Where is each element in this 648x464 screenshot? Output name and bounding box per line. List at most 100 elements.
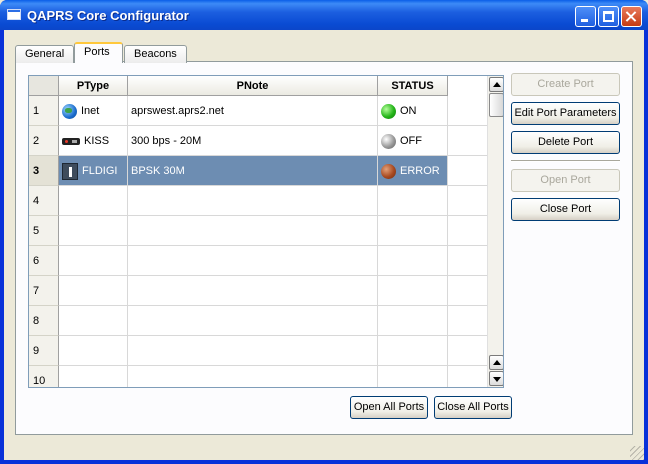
status-label: ERROR	[400, 165, 440, 177]
filler-cell	[448, 216, 487, 246]
column-header-pnote[interactable]: PNote	[128, 76, 378, 96]
tab-beacons[interactable]: Beacons	[124, 45, 187, 63]
filler-cell	[448, 246, 487, 276]
grid-corner-header[interactable]	[29, 76, 59, 96]
pnote-cell[interactable]	[128, 336, 378, 366]
ptype-cell[interactable]	[59, 186, 128, 216]
status-cell[interactable]	[378, 336, 448, 366]
delete-port-button[interactable]: Delete Port	[511, 131, 620, 154]
ptype-cell[interactable]	[59, 366, 128, 387]
row-number[interactable]: 7	[29, 276, 59, 306]
close-all-ports-button[interactable]: Close All Ports	[434, 396, 512, 419]
ptype-cell[interactable]	[59, 246, 128, 276]
status-led-on-icon	[381, 103, 396, 119]
ptype-cell[interactable]: FLDIGI	[59, 156, 128, 186]
ptype-label: KISS	[84, 135, 110, 147]
ptype-label: FLDIGI	[82, 165, 118, 177]
table-row[interactable]: 5	[29, 216, 487, 246]
resize-grip[interactable]	[630, 446, 644, 460]
title-bar[interactable]: QAPRS Core Configurator	[0, 0, 648, 30]
pnote-cell[interactable]	[128, 246, 378, 276]
filler-cell	[448, 336, 487, 366]
status-cell[interactable]: ON	[378, 96, 448, 126]
open-all-ports-button[interactable]: Open All Ports	[350, 396, 428, 419]
pnote-cell[interactable]: aprswest.aprs2.net	[128, 96, 378, 126]
ptype-cell[interactable]	[59, 216, 128, 246]
globe-icon	[62, 103, 77, 119]
app-icon	[7, 9, 21, 20]
filler-cell	[448, 276, 487, 306]
pnote-cell[interactable]	[128, 216, 378, 246]
row-number[interactable]: 2	[29, 126, 59, 156]
status-led-error-icon	[381, 163, 396, 179]
close-button[interactable]	[621, 6, 642, 27]
status-cell[interactable]: OFF	[378, 126, 448, 156]
table-row[interactable]: 2 KISS 300 bps - 20M OFF	[29, 126, 487, 156]
edit-port-parameters-button[interactable]: Edit Port Parameters	[511, 102, 620, 125]
filler-cell	[448, 96, 487, 126]
status-cell[interactable]	[378, 306, 448, 336]
table-row[interactable]: 4	[29, 186, 487, 216]
close-icon	[622, 7, 641, 26]
pnote-cell[interactable]	[128, 186, 378, 216]
status-label: ON	[400, 105, 417, 117]
row-number[interactable]: 6	[29, 246, 59, 276]
column-header-ptype[interactable]: PType	[59, 76, 128, 96]
status-cell[interactable]	[378, 216, 448, 246]
row-number[interactable]: 1	[29, 96, 59, 126]
close-port-button[interactable]: Close Port	[511, 198, 620, 221]
status-cell[interactable]	[378, 246, 448, 276]
ports-grid: PType PNote STATUS 1 Inet aprswest.aprs2…	[28, 75, 504, 388]
status-cell[interactable]	[378, 366, 448, 387]
grid-vertical-scrollbar[interactable]	[487, 76, 503, 387]
table-row[interactable]: 10	[29, 366, 487, 387]
minimize-button[interactable]	[575, 6, 596, 27]
table-row[interactable]: 6	[29, 246, 487, 276]
pnote-cell[interactable]: BPSK 30M	[128, 156, 378, 186]
tab-ports[interactable]: Ports	[74, 42, 123, 63]
ptype-cell[interactable]: Inet	[59, 96, 128, 126]
minimize-icon	[581, 19, 588, 22]
open-port-button[interactable]: Open Port	[511, 169, 620, 192]
pnote-cell[interactable]: 300 bps - 20M	[128, 126, 378, 156]
status-cell[interactable]	[378, 186, 448, 216]
row-number[interactable]: 4	[29, 186, 59, 216]
scroll-page-up-button[interactable]	[489, 355, 503, 370]
table-row[interactable]: 7	[29, 276, 487, 306]
status-cell[interactable]	[378, 276, 448, 306]
row-number[interactable]: 9	[29, 336, 59, 366]
filler-cell	[448, 186, 487, 216]
filler-cell	[448, 156, 487, 186]
row-number[interactable]: 8	[29, 306, 59, 336]
scroll-up-button[interactable]	[489, 77, 503, 92]
status-led-off-icon	[381, 133, 396, 149]
window-title: QAPRS Core Configurator	[27, 8, 189, 23]
maximize-button[interactable]	[598, 6, 619, 27]
table-row[interactable]: 8	[29, 306, 487, 336]
status-cell[interactable]: ERROR	[378, 156, 448, 186]
ptype-cell[interactable]	[59, 306, 128, 336]
button-separator	[511, 160, 620, 162]
tab-general[interactable]: General	[15, 45, 74, 63]
filler-cell	[448, 366, 487, 387]
table-row[interactable]: 9	[29, 336, 487, 366]
pnote-cell[interactable]	[128, 306, 378, 336]
maximize-icon	[603, 11, 614, 22]
column-header-status[interactable]: STATUS	[378, 76, 448, 96]
pnote-cell[interactable]	[128, 366, 378, 387]
row-number[interactable]: 10	[29, 366, 59, 387]
filler-cell	[448, 306, 487, 336]
row-number[interactable]: 5	[29, 216, 59, 246]
scroll-down-button[interactable]	[489, 371, 503, 386]
table-row[interactable]: 1 Inet aprswest.aprs2.net ON	[29, 96, 487, 126]
ptype-cell[interactable]	[59, 276, 128, 306]
create-port-button[interactable]: Create Port	[511, 73, 620, 96]
row-number[interactable]: 3	[29, 156, 59, 186]
ptype-cell[interactable]: KISS	[59, 126, 128, 156]
pnote-cell[interactable]	[128, 276, 378, 306]
fldigi-icon	[62, 162, 78, 180]
scroll-thumb[interactable]	[489, 93, 503, 117]
table-row-selected[interactable]: 3 FLDIGI BPSK 30M ERROR	[29, 156, 487, 186]
ptype-cell[interactable]	[59, 336, 128, 366]
ptype-label: Inet	[81, 105, 100, 117]
